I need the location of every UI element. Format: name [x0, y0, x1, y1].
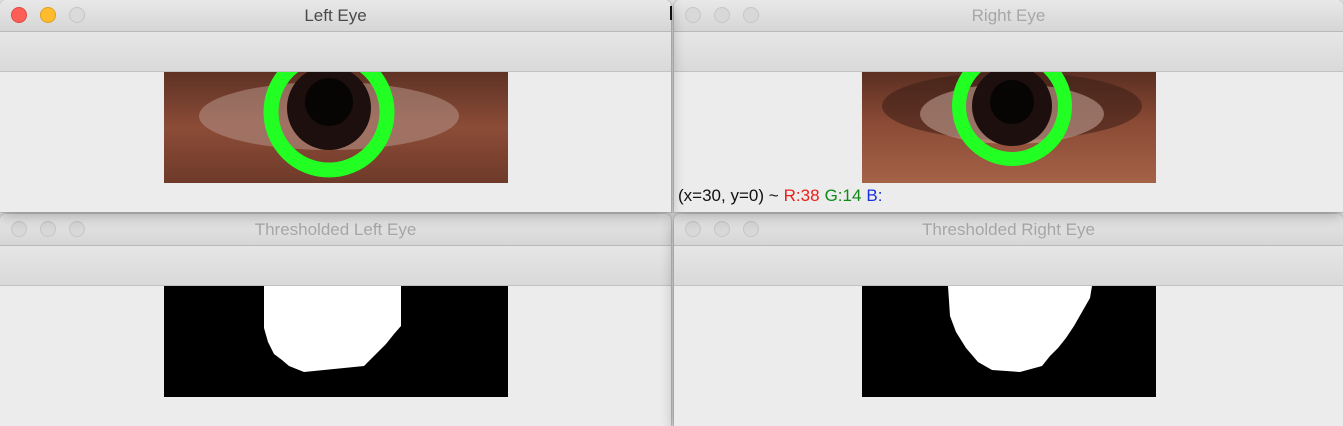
toolbar [0, 246, 671, 286]
status-blue: B: [866, 186, 883, 205]
titlebar[interactable]: Thresholded Right Eye [674, 214, 1343, 246]
right-eye-image[interactable] [862, 72, 1156, 183]
window-right-eye: Right Eye (x=30, y=0) ~ R:38 G:14 B: [674, 0, 1343, 212]
left-eye-image[interactable] [164, 72, 508, 183]
window-thresholded-right-eye: Thresholded Right Eye [674, 214, 1343, 426]
toolbar [0, 32, 671, 72]
thresholded-right-eye-image[interactable] [862, 286, 1156, 397]
window-title: Right Eye [971, 6, 1046, 25]
status-red: R:38 [783, 186, 820, 205]
window-title: Left Eye [304, 6, 367, 25]
titlebar[interactable]: Left Eye [0, 0, 671, 32]
status-green: G:14 [824, 186, 862, 205]
image-canvas-area [0, 286, 671, 426]
pixel-status-bar: (x=30, y=0) ~ R:38 G:14 B: [678, 186, 887, 206]
image-canvas-area [0, 72, 671, 212]
window-thresholded-left-eye: Thresholded Left Eye [0, 214, 671, 426]
image-canvas-area [674, 286, 1343, 426]
thresholded-left-eye-image[interactable] [164, 286, 508, 397]
window-title: Thresholded Left Eye [254, 220, 417, 239]
image-canvas-area: (x=30, y=0) ~ R:38 G:14 B: [674, 72, 1343, 212]
status-coords: (x=30, y=0) ~ [678, 186, 779, 205]
toolbar [674, 246, 1343, 286]
text-cursor [670, 6, 672, 20]
window-left-eye: Left Eye [0, 0, 671, 212]
window-title: Thresholded Right Eye [922, 220, 1095, 239]
toolbar [674, 32, 1343, 72]
titlebar[interactable]: Thresholded Left Eye [0, 214, 671, 246]
titlebar[interactable]: Right Eye [674, 0, 1343, 32]
